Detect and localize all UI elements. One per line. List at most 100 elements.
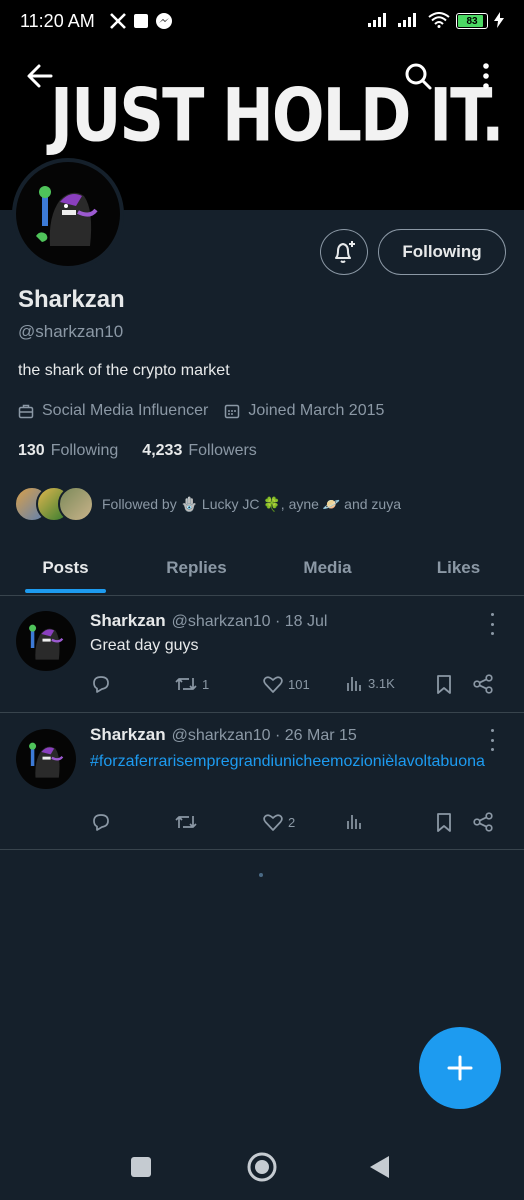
more-options-button[interactable] bbox=[466, 56, 506, 96]
notification-bell-button[interactable] bbox=[320, 229, 368, 275]
bookmark-button[interactable] bbox=[434, 811, 454, 833]
retweet-icon bbox=[175, 816, 197, 828]
square-icon bbox=[131, 1157, 151, 1177]
post-item[interactable]: Sharkzan @sharkzan10 · 26 Mar 15 #forzafe… bbox=[0, 713, 524, 850]
battery-icon: 83 bbox=[456, 13, 488, 29]
like-count: 2 bbox=[288, 814, 296, 830]
briefcase-icon bbox=[18, 404, 34, 419]
retweet-count: 1 bbox=[202, 676, 210, 692]
follower-avatar bbox=[58, 486, 94, 522]
arrow-left-icon bbox=[27, 64, 53, 88]
category-item: Social Media Influencer bbox=[18, 402, 208, 420]
status-time: 11:20 AM bbox=[20, 10, 95, 31]
bookmark-icon bbox=[437, 675, 451, 694]
profile-name: Sharkzan bbox=[18, 286, 125, 313]
post-actions: 2 bbox=[90, 811, 500, 835]
x-logo-icon bbox=[109, 12, 127, 30]
bookmark-icon bbox=[437, 813, 451, 832]
followers-label: Followers bbox=[188, 442, 257, 459]
retweet-button[interactable]: 1 bbox=[174, 673, 209, 695]
like-button[interactable]: 101 bbox=[262, 673, 310, 695]
recent-apps-button[interactable] bbox=[124, 1150, 158, 1184]
messenger-icon bbox=[155, 12, 173, 30]
profile-joined: Joined March 2015 bbox=[248, 402, 385, 419]
home-button[interactable] bbox=[245, 1150, 279, 1184]
battery-level: 83 bbox=[466, 15, 478, 27]
reply-icon bbox=[93, 814, 109, 831]
profile-handle: @sharkzan10 bbox=[18, 322, 124, 341]
following-stat[interactable]: 130 Following bbox=[18, 442, 118, 460]
search-button[interactable] bbox=[398, 56, 438, 96]
tab-posts[interactable]: Posts bbox=[0, 540, 131, 595]
status-bar: 11:20 AM 83 bbox=[0, 0, 524, 42]
post-header: Sharkzan @sharkzan10 · 26 Mar 15 bbox=[90, 725, 357, 745]
wifi-icon bbox=[428, 11, 450, 31]
reply-button[interactable] bbox=[90, 673, 112, 695]
views-icon bbox=[347, 815, 361, 829]
like-button[interactable]: 2 bbox=[262, 811, 295, 833]
post-text: Great day guys bbox=[90, 637, 199, 654]
back-button[interactable] bbox=[20, 56, 60, 96]
calendar-icon bbox=[225, 404, 240, 419]
followers-count: 4,233 bbox=[142, 442, 183, 459]
tab-replies[interactable]: Replies bbox=[131, 540, 262, 595]
share-button[interactable] bbox=[472, 811, 494, 833]
post-avatar[interactable] bbox=[16, 729, 76, 789]
more-vertical-icon bbox=[483, 63, 489, 89]
shark-avatar-image bbox=[29, 742, 64, 778]
views-icon bbox=[347, 677, 361, 691]
post-actions: 1 101 3.1K bbox=[90, 673, 500, 697]
share-button[interactable] bbox=[472, 673, 494, 695]
heart-icon bbox=[263, 676, 283, 693]
notification-square-icon bbox=[133, 13, 149, 29]
following-label: Following bbox=[50, 442, 119, 459]
reply-icon bbox=[93, 676, 109, 693]
post-avatar[interactable] bbox=[16, 611, 76, 671]
post-header: Sharkzan @sharkzan10 · 18 Jul bbox=[90, 611, 327, 631]
post-meta: @sharkzan10 · 26 Mar 15 bbox=[171, 727, 357, 744]
profile-avatar[interactable] bbox=[12, 158, 124, 270]
post-hashtag-link[interactable]: #forzaferrarisempregrandiunicheemozioniè… bbox=[90, 751, 510, 773]
triangle-back-icon bbox=[370, 1156, 389, 1178]
post-more-button[interactable] bbox=[482, 729, 502, 751]
joined-item: Joined March 2015 bbox=[224, 402, 384, 420]
status-right: 83 bbox=[368, 11, 504, 31]
shark-avatar-image bbox=[36, 186, 98, 246]
following-button[interactable]: Following bbox=[378, 229, 506, 275]
retweet-icon bbox=[175, 678, 197, 690]
back-nav-button[interactable] bbox=[362, 1150, 396, 1184]
circle-home-icon bbox=[247, 1152, 277, 1182]
post-item[interactable]: Sharkzan @sharkzan10 · 18 Jul Great day g… bbox=[0, 597, 524, 713]
views-button[interactable] bbox=[346, 811, 368, 831]
post-more-button[interactable] bbox=[482, 613, 502, 635]
share-icon bbox=[473, 674, 493, 694]
post-author: Sharkzan bbox=[90, 611, 166, 630]
tab-likes[interactable]: Likes bbox=[393, 540, 524, 595]
following-count: 130 bbox=[18, 442, 45, 459]
signal-icon bbox=[398, 12, 422, 30]
retweet-button[interactable] bbox=[174, 811, 202, 833]
search-icon bbox=[405, 63, 432, 90]
followed-by-text: Followed by 🪬 Lucky JC 🍀, ayne 🪐 and zuy… bbox=[102, 495, 401, 512]
reply-button[interactable] bbox=[90, 811, 112, 833]
plus-icon bbox=[447, 1055, 473, 1081]
compose-post-button[interactable] bbox=[419, 1027, 501, 1109]
tab-media[interactable]: Media bbox=[262, 540, 393, 595]
heart-icon bbox=[263, 814, 283, 831]
post-meta: @sharkzan10 · 18 Jul bbox=[171, 613, 328, 630]
followed-by-row[interactable]: Followed by 🪬 Lucky JC 🍀, ayne 🪐 and zuy… bbox=[14, 486, 401, 522]
charging-icon bbox=[494, 11, 504, 31]
like-count: 101 bbox=[288, 676, 310, 692]
views-count: 3.1K bbox=[368, 675, 395, 691]
bookmark-button[interactable] bbox=[434, 673, 454, 695]
profile-stats: 130 Following 4,233 Followers bbox=[18, 442, 257, 460]
post-author: Sharkzan bbox=[90, 725, 166, 744]
profile-bio: the shark of the crypto market bbox=[18, 362, 230, 379]
views-button[interactable]: 3.1K bbox=[346, 673, 395, 693]
profile-meta: Social Media Influencer Joined March 201… bbox=[18, 402, 384, 420]
profile-tabs: Posts Replies Media Likes bbox=[0, 540, 524, 596]
loading-indicator bbox=[259, 873, 263, 877]
signal-icon bbox=[368, 12, 392, 30]
bell-plus-icon bbox=[335, 241, 355, 263]
followers-stat[interactable]: 4,233 Followers bbox=[142, 442, 257, 460]
